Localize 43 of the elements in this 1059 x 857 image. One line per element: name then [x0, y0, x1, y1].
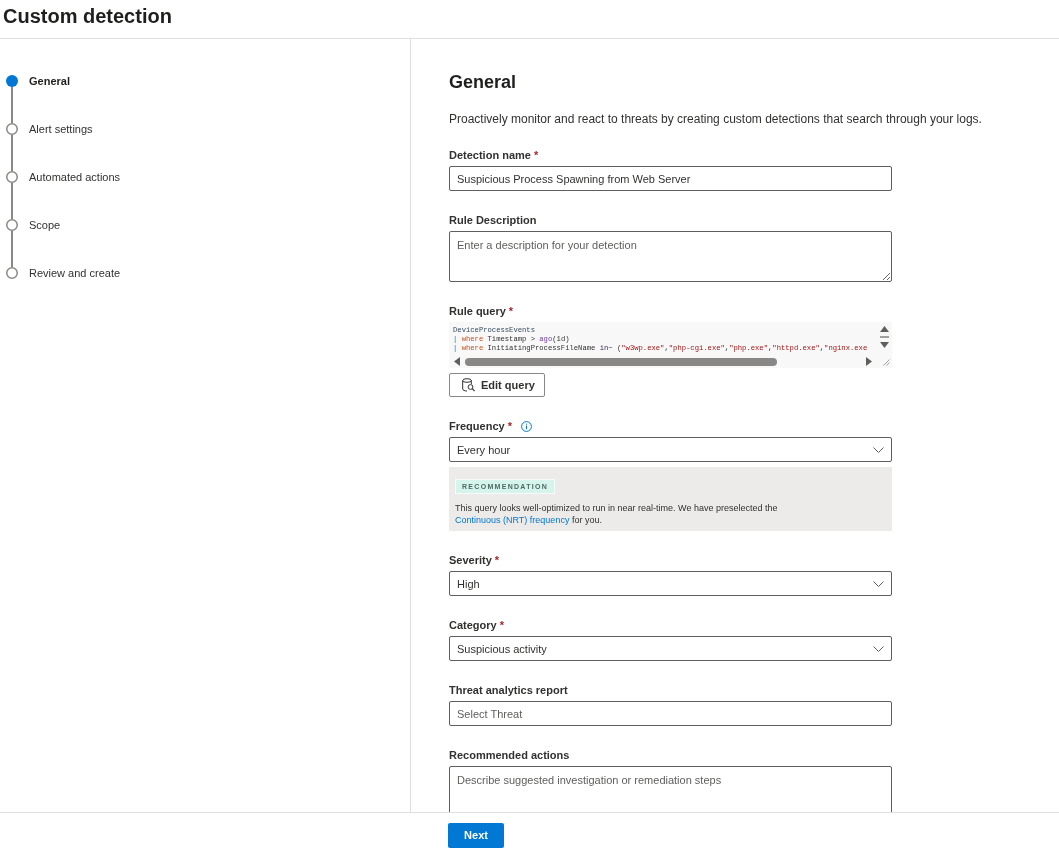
step-connector [11, 135, 13, 171]
next-button[interactable]: Next [448, 822, 504, 848]
field-label: Recommended actions [449, 748, 570, 762]
dropdown[interactable]: Every hour [449, 437, 892, 462]
input-field[interactable]: Suspicious Process Spawning from Web Server [449, 166, 892, 191]
step-label[interactable]: General [29, 75, 70, 87]
field-label: Rule query * [449, 304, 514, 318]
scroll-left-icon[interactable] [453, 357, 461, 366]
field-label: Category * [449, 618, 504, 632]
chevron-down-icon [873, 446, 884, 453]
step-label[interactable]: Alert settings [29, 123, 93, 135]
chevron-down-icon [873, 580, 884, 587]
input-field[interactable]: Select Threat [449, 701, 892, 726]
edit-query-button[interactable]: Edit query [449, 373, 545, 397]
field-label: Frequency * [449, 419, 512, 433]
field-label: Rule Description [449, 213, 537, 227]
step-connector [11, 87, 13, 123]
resize-grip-icon[interactable] [883, 359, 890, 366]
text-area[interactable]: Enter a description for your detection [449, 231, 892, 282]
field-label: Severity * [449, 553, 500, 567]
scrollbar-thumb[interactable] [880, 336, 889, 338]
scrollbar-thumb[interactable] [465, 357, 777, 366]
field-label: Detection name * [449, 148, 539, 162]
info-icon[interactable] [520, 420, 532, 432]
step-label[interactable]: Automated actions [29, 171, 121, 183]
section-title: General [449, 71, 518, 94]
page-title: Custom detection [3, 4, 172, 28]
step-label[interactable]: Scope [29, 219, 61, 231]
dropdown[interactable]: Suspicious activity [449, 636, 892, 661]
scroll-right-icon[interactable] [865, 357, 873, 366]
dropdown[interactable]: High [449, 571, 892, 596]
chevron-down-icon [873, 645, 884, 652]
step-label[interactable]: Review and create [29, 267, 121, 279]
scroll-down-icon[interactable] [880, 341, 889, 349]
database-search-icon [462, 378, 475, 392]
recommendation-text: This query looks well-optimized to run in near real-time. We have preselected the Continuous (NRT) frequency for you. [455, 502, 779, 526]
step-connector [11, 231, 13, 267]
frequency-link[interactable]: Continuous (NRT) frequency [455, 515, 570, 525]
field-label: Threat analytics report [449, 683, 568, 697]
text-area[interactable]: Describe suggested investigation or remediation steps [449, 766, 892, 812]
section-description: Proactively monitor and react to threats by creating custom detections that search through your logs. [449, 111, 983, 127]
scroll-up-icon[interactable] [880, 325, 889, 333]
step-connector [11, 183, 13, 219]
